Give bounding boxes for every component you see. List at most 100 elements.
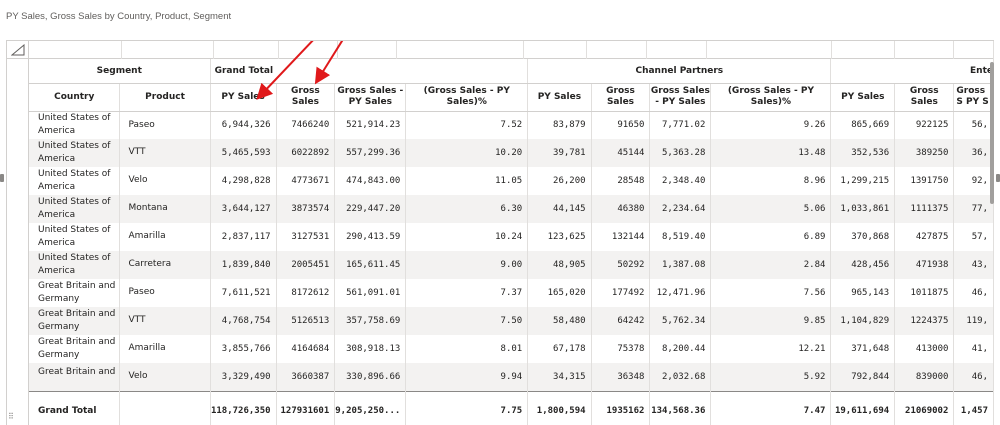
gross-minus-py-cell[interactable]: 8,200.44 [649,335,712,363]
country-cell[interactable]: United States of America [29,139,121,167]
product-cell[interactable]: VTT [119,139,211,167]
py-sales-cell[interactable]: 44,145 [527,195,592,223]
vertical-scrollbar[interactable] [990,62,994,204]
pct-cell[interactable]: 11.05 [405,167,529,195]
py-sales-cell[interactable]: 34,315 [527,363,592,391]
product-cell[interactable]: Amarilla [119,223,211,251]
gross-sales-cell[interactable]: 1111375 [894,195,955,223]
gross-sales-cell[interactable]: 3660387 [276,363,336,391]
total-gross-minus-py-cell[interactable]: 134,568.36 [649,390,712,425]
gross-sales-cell[interactable]: 2005451 [276,251,336,279]
total-py-sales-cell[interactable]: 118,726,350 [210,390,277,425]
gross-minus-py-cell[interactable]: 1,387.08 [649,251,712,279]
gross-minus-py-cell[interactable]: 165,611.45 [334,251,407,279]
py-sales-cell[interactable]: 1,299,215 [830,167,896,195]
gross-sales-cell[interactable]: 413000 [894,335,955,363]
pct-cell[interactable]: 12.21 [710,335,832,363]
py-sales-cell[interactable]: 371,648 [830,335,896,363]
gross-sales-cell[interactable]: 6022892 [276,139,336,167]
gross-minus-py-cell[interactable]: 43, [953,251,994,279]
py-sales-cell[interactable]: 26,200 [527,167,592,195]
gross-minus-py-cell[interactable]: 2,032.68 [649,363,712,391]
product-cell[interactable]: Amarilla [119,335,211,363]
py-sales-cell[interactable]: 58,480 [527,307,592,335]
gross-sales-cell[interactable]: 1224375 [894,307,955,335]
gross-sales-cell[interactable]: 45144 [591,139,651,167]
gross-sales-cell[interactable]: 4164684 [276,335,336,363]
gross-minus-py-cell[interactable]: 46, [953,363,994,391]
country-cell[interactable]: Great Britain and Germany [29,363,121,391]
py-sales-cell[interactable]: 165,020 [527,279,592,307]
gross-sales-cell[interactable]: 5126513 [276,307,336,335]
table-row[interactable]: United States of America Amarilla 2,837,11… [29,223,994,251]
gross-minus-py-cell[interactable]: 8,519.40 [649,223,712,251]
table-row[interactable]: Great Britain and GermanyVelo3,329,49036… [29,363,994,391]
pct-cell[interactable]: 7.37 [405,279,529,307]
gross-sales-cell[interactable]: 28548 [591,167,651,195]
py-sales-cell[interactable]: 48,905 [527,251,592,279]
pct-cell[interactable]: 10.20 [405,139,529,167]
gross-minus-py-cell[interactable]: 5,762.34 [649,307,712,335]
gross-sales-cell[interactable]: 132144 [591,223,651,251]
gross-sales-cell[interactable]: 1391750 [894,167,955,195]
py-sales-cell[interactable]: 7,611,521 [210,279,277,307]
gross-sales-cell[interactable]: 50292 [591,251,651,279]
pct-cell[interactable]: 8.01 [405,335,529,363]
total-pct-cell[interactable]: 7.75 [405,390,529,425]
country-cell[interactable]: United States of America [29,167,121,195]
table-row[interactable]: Great Britain and Germany Amarilla 3,855,7… [29,335,994,363]
gross-minus-py-cell[interactable]: 2,348.40 [649,167,712,195]
gross-minus-py-cell[interactable]: 229,447.20 [334,195,407,223]
py-sales-cell[interactable]: 428,456 [830,251,896,279]
pct-cell[interactable]: 5.92 [710,363,832,391]
gross-sales-cell[interactable]: 471938 [894,251,955,279]
gross-sales-cell[interactable]: 46380 [591,195,651,223]
country-cell[interactable]: Great Britain and Germany [29,335,121,363]
country-cell[interactable]: Great Britain and Germany [29,279,121,307]
gross-minus-py-cell[interactable]: 92, [953,167,994,195]
pct-cell[interactable]: 6.30 [405,195,529,223]
py-sales-cell[interactable]: 3,329,490 [210,363,277,391]
pct-cell[interactable]: 6.89 [710,223,832,251]
gross-minus-py-cell[interactable]: 36, [953,139,994,167]
table-row[interactable]: United States of America Carretera 1,839,8… [29,251,994,279]
py-sales-cell[interactable]: 3,855,766 [210,335,277,363]
py-sales-cell[interactable]: 1,033,861 [830,195,896,223]
gross-minus-py-cell[interactable]: 41, [953,335,994,363]
py-sales-cell[interactable]: 792,844 [830,363,896,391]
total-gross-minus-py-cell[interactable]: 9,205,250... [334,390,407,425]
gross-sales-cell[interactable]: 3873574 [276,195,336,223]
py-sales-cell[interactable]: 39,781 [527,139,592,167]
product-cell[interactable]: Montana [119,195,211,223]
gross-sales-cell[interactable]: 177492 [591,279,651,307]
gross-sales-cell[interactable]: 36348 [591,363,651,391]
py-sales-cell[interactable]: 4,768,754 [210,307,277,335]
gross-sales-cell[interactable]: 64242 [591,307,651,335]
gross-minus-py-cell[interactable]: 12,471.96 [649,279,712,307]
gross-sales-cell[interactable]: 3127531 [276,223,336,251]
py-sales-cell[interactable]: 5,465,593 [210,139,277,167]
gross-sales-cell[interactable]: 389250 [894,139,955,167]
table-row[interactable]: United States of America Montana 3,644,127… [29,195,994,223]
gross-sales-cell[interactable]: 1011875 [894,279,955,307]
country-cell[interactable]: United States of America [29,195,121,223]
gross-minus-py-cell[interactable]: 557,299.36 [334,139,407,167]
table-row[interactable]: Great Britain and Germany Paseo 7,611,521 8… [29,279,994,307]
pct-cell[interactable]: 9.94 [405,363,529,391]
table-row[interactable]: United States of America VTT 5,465,593 6022… [29,139,994,167]
gross-minus-py-cell[interactable]: 561,091.01 [334,279,407,307]
pct-cell[interactable]: 2.84 [710,251,832,279]
pct-cell[interactable]: 9.00 [405,251,529,279]
py-sales-cell[interactable]: 2,837,117 [210,223,277,251]
py-sales-cell[interactable]: 1,104,829 [830,307,896,335]
gross-minus-py-cell[interactable]: 308,918.13 [334,335,407,363]
gross-sales-cell[interactable]: 75378 [591,335,651,363]
total-gross-sales-cell[interactable]: 1935162 [591,390,651,425]
product-cell[interactable]: VTT [119,307,211,335]
gross-minus-py-cell[interactable]: 330,896.66 [334,363,407,391]
pct-cell[interactable]: 10.24 [405,223,529,251]
gross-minus-py-cell[interactable]: 77, [953,195,994,223]
py-sales-cell[interactable]: 352,536 [830,139,896,167]
gross-sales-cell[interactable]: 427875 [894,223,955,251]
grand-total-row[interactable]: Grand Total 118,726,350 127931601 9,205,250… [29,390,994,425]
